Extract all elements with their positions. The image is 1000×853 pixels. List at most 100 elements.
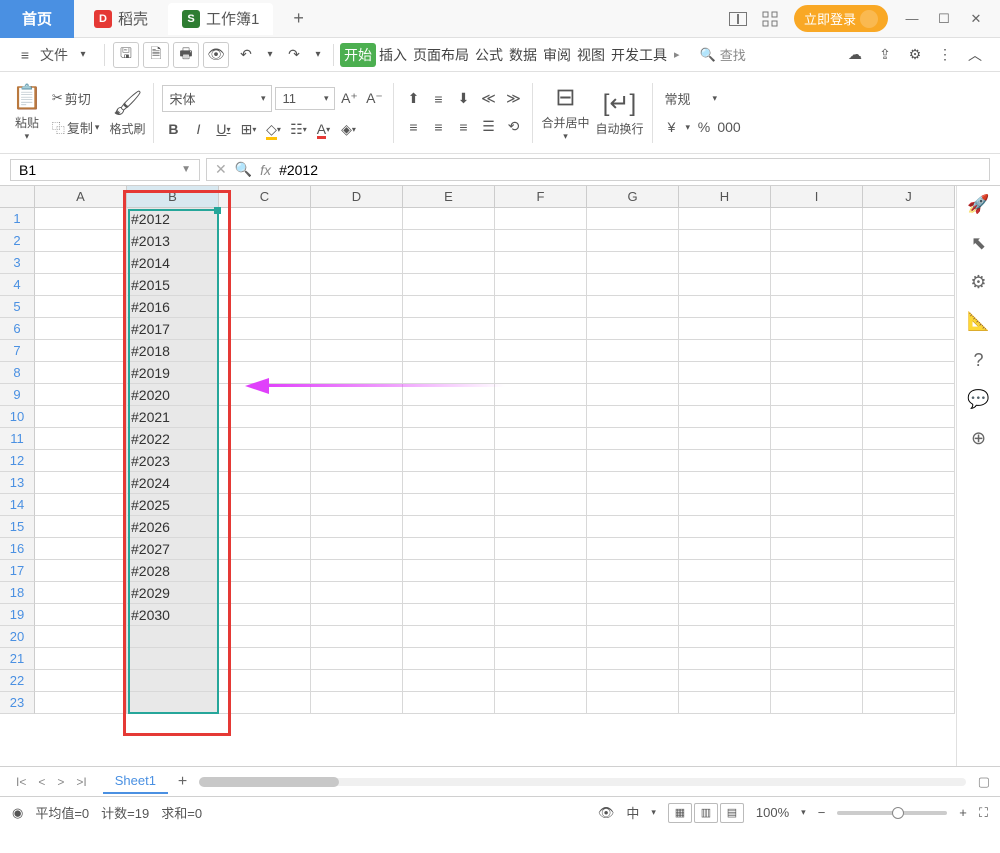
cell[interactable]: [679, 252, 771, 274]
redo-dropdown-icon[interactable]: ▾: [311, 42, 325, 68]
sheet-nav-last[interactable]: >I: [70, 775, 92, 789]
row-header-22[interactable]: 22: [0, 670, 35, 692]
row-header-23[interactable]: 23: [0, 692, 35, 714]
view-normal-button[interactable]: ▦: [668, 803, 692, 823]
cell[interactable]: [587, 406, 679, 428]
cell[interactable]: [35, 494, 127, 516]
zoom-out-button[interactable]: −: [818, 805, 826, 820]
cell[interactable]: [679, 560, 771, 582]
cell[interactable]: [311, 692, 403, 714]
cell[interactable]: [311, 428, 403, 450]
cell[interactable]: [311, 208, 403, 230]
cell[interactable]: [127, 648, 219, 670]
cell[interactable]: [863, 582, 955, 604]
reading-mode-icon[interactable]: [724, 5, 752, 33]
row-header-12[interactable]: 12: [0, 450, 35, 472]
cell[interactable]: [679, 318, 771, 340]
tab-view[interactable]: 视图: [574, 45, 608, 65]
cell[interactable]: [587, 516, 679, 538]
cell[interactable]: [35, 230, 127, 252]
cell[interactable]: [311, 296, 403, 318]
cell[interactable]: [587, 604, 679, 626]
cell[interactable]: [403, 318, 495, 340]
cell[interactable]: [679, 516, 771, 538]
cell[interactable]: [863, 472, 955, 494]
cell[interactable]: [771, 406, 863, 428]
cell[interactable]: #2019: [127, 362, 219, 384]
cell[interactable]: #2027: [127, 538, 219, 560]
cell[interactable]: #2017: [127, 318, 219, 340]
row-header-6[interactable]: 6: [0, 318, 35, 340]
cell[interactable]: [219, 230, 311, 252]
cell[interactable]: [403, 516, 495, 538]
cell[interactable]: [771, 472, 863, 494]
apps-icon[interactable]: [756, 5, 784, 33]
cell[interactable]: [219, 406, 311, 428]
cell[interactable]: [311, 318, 403, 340]
cell[interactable]: [495, 472, 587, 494]
cell[interactable]: [587, 626, 679, 648]
cell[interactable]: [587, 560, 679, 582]
cell[interactable]: [403, 296, 495, 318]
view-pagebreak-button[interactable]: ▤: [720, 803, 744, 823]
cell[interactable]: [771, 626, 863, 648]
font-size-select[interactable]: 11▾: [275, 87, 335, 110]
row-header-14[interactable]: 14: [0, 494, 35, 516]
cell[interactable]: [587, 450, 679, 472]
cell[interactable]: [863, 538, 955, 560]
cell[interactable]: #2020: [127, 384, 219, 406]
cell[interactable]: [127, 692, 219, 714]
cell[interactable]: [771, 274, 863, 296]
cloud-icon[interactable]: ☁: [842, 42, 868, 68]
cell[interactable]: [35, 384, 127, 406]
cell[interactable]: [863, 362, 955, 384]
decrease-indent-button[interactable]: ≪: [477, 88, 499, 110]
assistant-icon[interactable]: 🚀: [967, 194, 989, 215]
add-sheet-button[interactable]: +: [178, 773, 187, 791]
cell[interactable]: #2029: [127, 582, 219, 604]
cell[interactable]: [35, 604, 127, 626]
sheet-nav-next[interactable]: >: [51, 775, 70, 789]
cell[interactable]: [403, 626, 495, 648]
column-header-A[interactable]: A: [35, 186, 127, 208]
column-header-G[interactable]: G: [587, 186, 679, 208]
cell[interactable]: [679, 648, 771, 670]
cell[interactable]: [311, 494, 403, 516]
tab-insert[interactable]: 插入: [376, 45, 410, 65]
tab-docer[interactable]: D 稻壳: [80, 3, 162, 35]
cell[interactable]: [587, 648, 679, 670]
cell-style-button[interactable]: ☷▾: [287, 118, 309, 140]
cell[interactable]: [35, 560, 127, 582]
sheet-nav-prev[interactable]: <: [32, 775, 51, 789]
cell[interactable]: [679, 670, 771, 692]
wrap-text-button[interactable]: [↵] 自动换行: [595, 89, 643, 137]
record-macro-icon[interactable]: ◉: [12, 805, 23, 821]
cell[interactable]: [679, 340, 771, 362]
cell[interactable]: [219, 318, 311, 340]
cell[interactable]: [587, 670, 679, 692]
cell[interactable]: [219, 472, 311, 494]
orientation-button[interactable]: ⟲: [502, 116, 524, 138]
cell[interactable]: [35, 274, 127, 296]
row-header-7[interactable]: 7: [0, 340, 35, 362]
cell[interactable]: [219, 428, 311, 450]
row-header-11[interactable]: 11: [0, 428, 35, 450]
cell[interactable]: [311, 340, 403, 362]
cell[interactable]: [35, 340, 127, 362]
increase-font-icon[interactable]: A⁺: [338, 88, 360, 110]
cell[interactable]: [771, 560, 863, 582]
cell[interactable]: [863, 252, 955, 274]
sheet-nav-first[interactable]: I<: [10, 775, 32, 789]
cell[interactable]: [35, 538, 127, 560]
thousands-button[interactable]: 000: [718, 116, 740, 138]
new-tab-button[interactable]: +: [285, 4, 312, 33]
row-header-9[interactable]: 9: [0, 384, 35, 406]
redo-icon[interactable]: ↷: [281, 42, 307, 68]
save-icon[interactable]: 🖫: [113, 42, 139, 68]
cell[interactable]: [679, 538, 771, 560]
align-right-button[interactable]: ≡: [452, 116, 474, 138]
cell[interactable]: [35, 406, 127, 428]
cell[interactable]: [495, 362, 587, 384]
select-icon[interactable]: ⬉: [971, 233, 986, 254]
clear-format-button[interactable]: ◈▾: [337, 118, 359, 140]
